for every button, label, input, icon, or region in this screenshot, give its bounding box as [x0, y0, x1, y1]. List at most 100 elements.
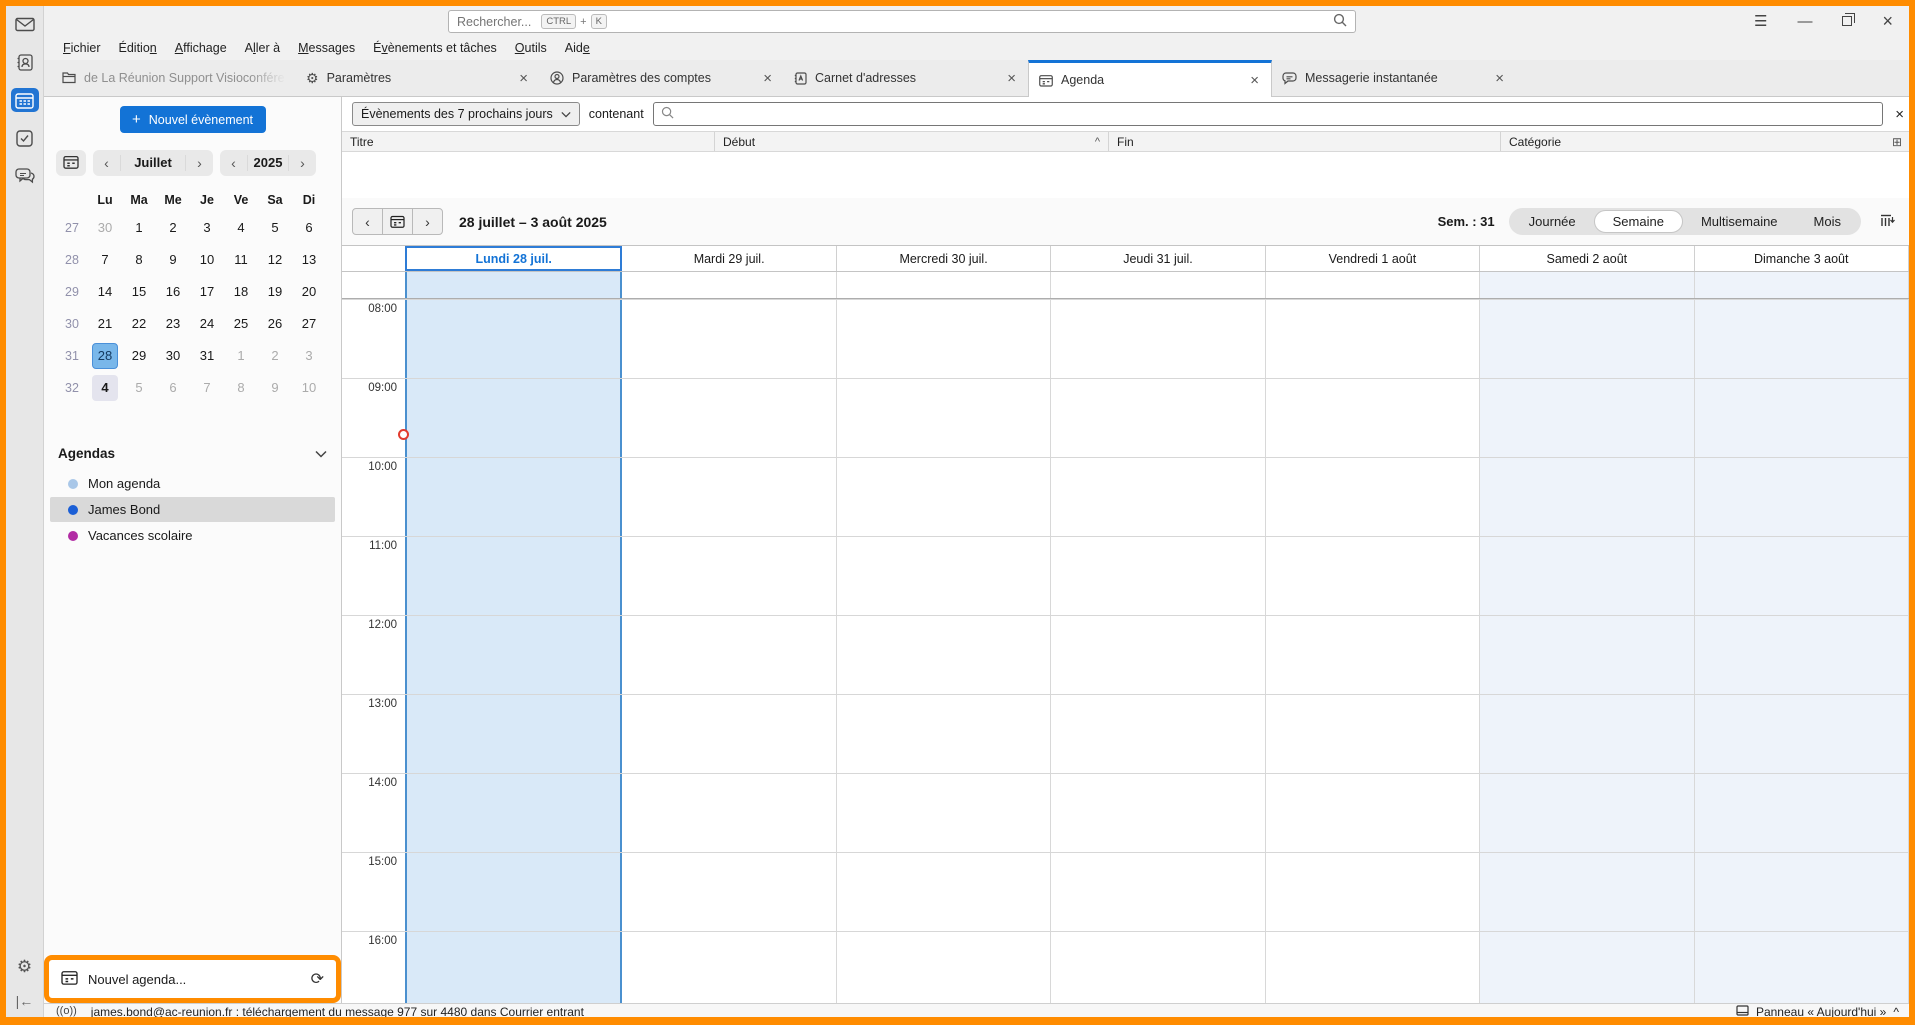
minical-day[interactable]: 6 — [292, 215, 326, 241]
menu-affichage[interactable]: Affichage — [166, 38, 236, 58]
rotate-view-icon[interactable] — [1879, 214, 1895, 229]
previous-week-button[interactable]: ‹ — [352, 208, 383, 235]
view-mode-multisemaine[interactable]: Multisemaine — [1683, 210, 1796, 233]
prev-year-button[interactable]: ‹ — [220, 155, 247, 171]
calendar-space-button[interactable] — [11, 88, 39, 112]
close-icon[interactable]: × — [517, 70, 530, 87]
day-column-dimanche-3-aout[interactable] — [1695, 299, 1909, 1003]
column-header-start[interactable]: Début^ — [715, 132, 1109, 151]
minical-selected-day[interactable]: 28 — [88, 343, 122, 369]
minical-day[interactable]: 16 — [156, 279, 190, 305]
minical-day[interactable]: 10 — [190, 247, 224, 273]
menu-aide[interactable]: Aide — [556, 38, 599, 58]
minical-day[interactable]: 25 — [224, 311, 258, 337]
go-to-today-button[interactable] — [382, 208, 413, 235]
minical-day[interactable]: 8 — [224, 375, 258, 401]
minical-day[interactable]: 7 — [88, 247, 122, 273]
minical-day[interactable]: 29 — [122, 343, 156, 369]
minical-day[interactable]: 4 — [224, 215, 258, 241]
minical-day[interactable]: 18 — [224, 279, 258, 305]
menu-edition[interactable]: Édition — [110, 38, 166, 58]
minical-day[interactable]: 7 — [190, 375, 224, 401]
agendas-section-header[interactable]: Agendas — [58, 446, 327, 461]
day-column-jeudi-31-juil[interactable] — [1051, 299, 1265, 1003]
calendar-item-vacances-scolaire[interactable]: Vacances scolaire — [50, 523, 335, 548]
allday-cell[interactable] — [405, 272, 622, 298]
new-event-button[interactable]: + Nouvel évènement — [120, 106, 266, 133]
event-search-input[interactable] — [680, 107, 1876, 121]
minical-day[interactable]: 17 — [190, 279, 224, 305]
minical-day[interactable]: 2 — [258, 343, 292, 369]
menu-evenements-et-taches[interactable]: Évènements et tâches — [364, 38, 506, 58]
minical-day[interactable]: 3 — [292, 343, 326, 369]
minical-day[interactable]: 9 — [156, 247, 190, 273]
minical-day[interactable]: 30 — [88, 215, 122, 241]
global-search-input[interactable]: Rechercher... CTRL + K — [448, 10, 1356, 33]
minical-today-button[interactable] — [56, 150, 86, 176]
next-week-button[interactable]: › — [412, 208, 443, 235]
minical-day[interactable]: 27 — [292, 311, 326, 337]
day-header-mardi-29-juil[interactable]: Mardi 29 juil. — [622, 246, 836, 271]
minical-day[interactable]: 1 — [122, 215, 156, 241]
minical-day[interactable]: 5 — [122, 375, 156, 401]
view-mode-mois[interactable]: Mois — [1796, 210, 1859, 233]
addressbook-space-button[interactable] — [11, 50, 39, 74]
minical-day[interactable]: 3 — [190, 215, 224, 241]
menu-aller-a[interactable]: Aller à — [236, 38, 289, 58]
close-icon[interactable]: × — [1005, 70, 1018, 87]
restore-button[interactable] — [1842, 16, 1852, 26]
minical-day[interactable]: 24 — [190, 311, 224, 337]
tab-agenda[interactable]: Agenda× — [1028, 60, 1272, 97]
menu-fichier[interactable]: Fichier — [54, 38, 110, 58]
menu-outils[interactable]: Outils — [506, 38, 556, 58]
minical-day[interactable]: 23 — [156, 311, 190, 337]
day-header-vendredi-1-aout[interactable]: Vendredi 1 août — [1266, 246, 1480, 271]
minical-day[interactable]: 13 — [292, 247, 326, 273]
day-header-jeudi-31-juil[interactable]: Jeudi 31 juil. — [1051, 246, 1265, 271]
tab-parametres-des-comptes[interactable]: Paramètres des comptes× — [540, 60, 784, 96]
day-column-samedi-2-aout[interactable] — [1480, 299, 1694, 1003]
day-column-lundi-28-juil[interactable] — [405, 299, 622, 1003]
view-mode-journee[interactable]: Journée — [1511, 210, 1594, 233]
minical-day[interactable]: 1 — [224, 343, 258, 369]
minimize-button[interactable]: — — [1797, 13, 1812, 30]
minical-day[interactable]: 15 — [122, 279, 156, 305]
close-icon[interactable]: × — [761, 70, 774, 87]
minical-day[interactable]: 11 — [224, 247, 258, 273]
day-column-mercredi-30-juil[interactable] — [837, 299, 1051, 1003]
minical-day[interactable]: 8 — [122, 247, 156, 273]
spaces-settings-gear-icon[interactable]: ⚙ — [6, 958, 43, 975]
next-year-button[interactable]: › — [289, 155, 316, 171]
allday-cell[interactable] — [1695, 272, 1909, 298]
minical-day[interactable]: 14 — [88, 279, 122, 305]
column-header-end[interactable]: Fin — [1109, 132, 1501, 151]
sync-icon[interactable]: ⟳ — [311, 969, 324, 989]
day-header-dimanche-3-aout[interactable]: Dimanche 3 août — [1695, 246, 1909, 271]
minical-day[interactable]: 22 — [122, 311, 156, 337]
minical-day[interactable]: 6 — [156, 375, 190, 401]
day-header-samedi-2-aout[interactable]: Samedi 2 août — [1480, 246, 1694, 271]
menu-messages[interactable]: Messages — [289, 38, 364, 58]
collapse-spaces-icon[interactable]: |← — [6, 993, 43, 1009]
chat-space-button[interactable] — [11, 164, 39, 188]
close-icon[interactable]: × — [1493, 70, 1506, 87]
minical-day[interactable]: 2 — [156, 215, 190, 241]
prev-month-button[interactable]: ‹ — [93, 155, 120, 171]
column-picker-icon[interactable]: ⊞ — [1885, 135, 1909, 149]
allday-cell[interactable] — [1051, 272, 1265, 298]
tab-messagerie-instantanee[interactable]: Messagerie instantanée× — [1272, 60, 1516, 96]
minical-day[interactable]: 12 — [258, 247, 292, 273]
minical-day[interactable]: 30 — [156, 343, 190, 369]
column-header-title[interactable]: Titre — [342, 132, 715, 151]
next-month-button[interactable]: › — [186, 155, 213, 171]
day-column-vendredi-1-aout[interactable] — [1266, 299, 1480, 1003]
mail-space-button[interactable] — [11, 12, 39, 36]
minical-day[interactable]: 5 — [258, 215, 292, 241]
minical-day[interactable]: 26 — [258, 311, 292, 337]
calendar-item-mon-agenda[interactable]: Mon agenda — [50, 471, 335, 496]
minical-day[interactable]: 20 — [292, 279, 326, 305]
minical-day[interactable]: 21 — [88, 311, 122, 337]
new-calendar-row[interactable]: Nouvel agenda... ⟳ — [44, 955, 341, 1003]
app-menu-button[interactable]: ☰ — [1754, 12, 1767, 30]
close-icon[interactable]: × — [1248, 72, 1261, 89]
